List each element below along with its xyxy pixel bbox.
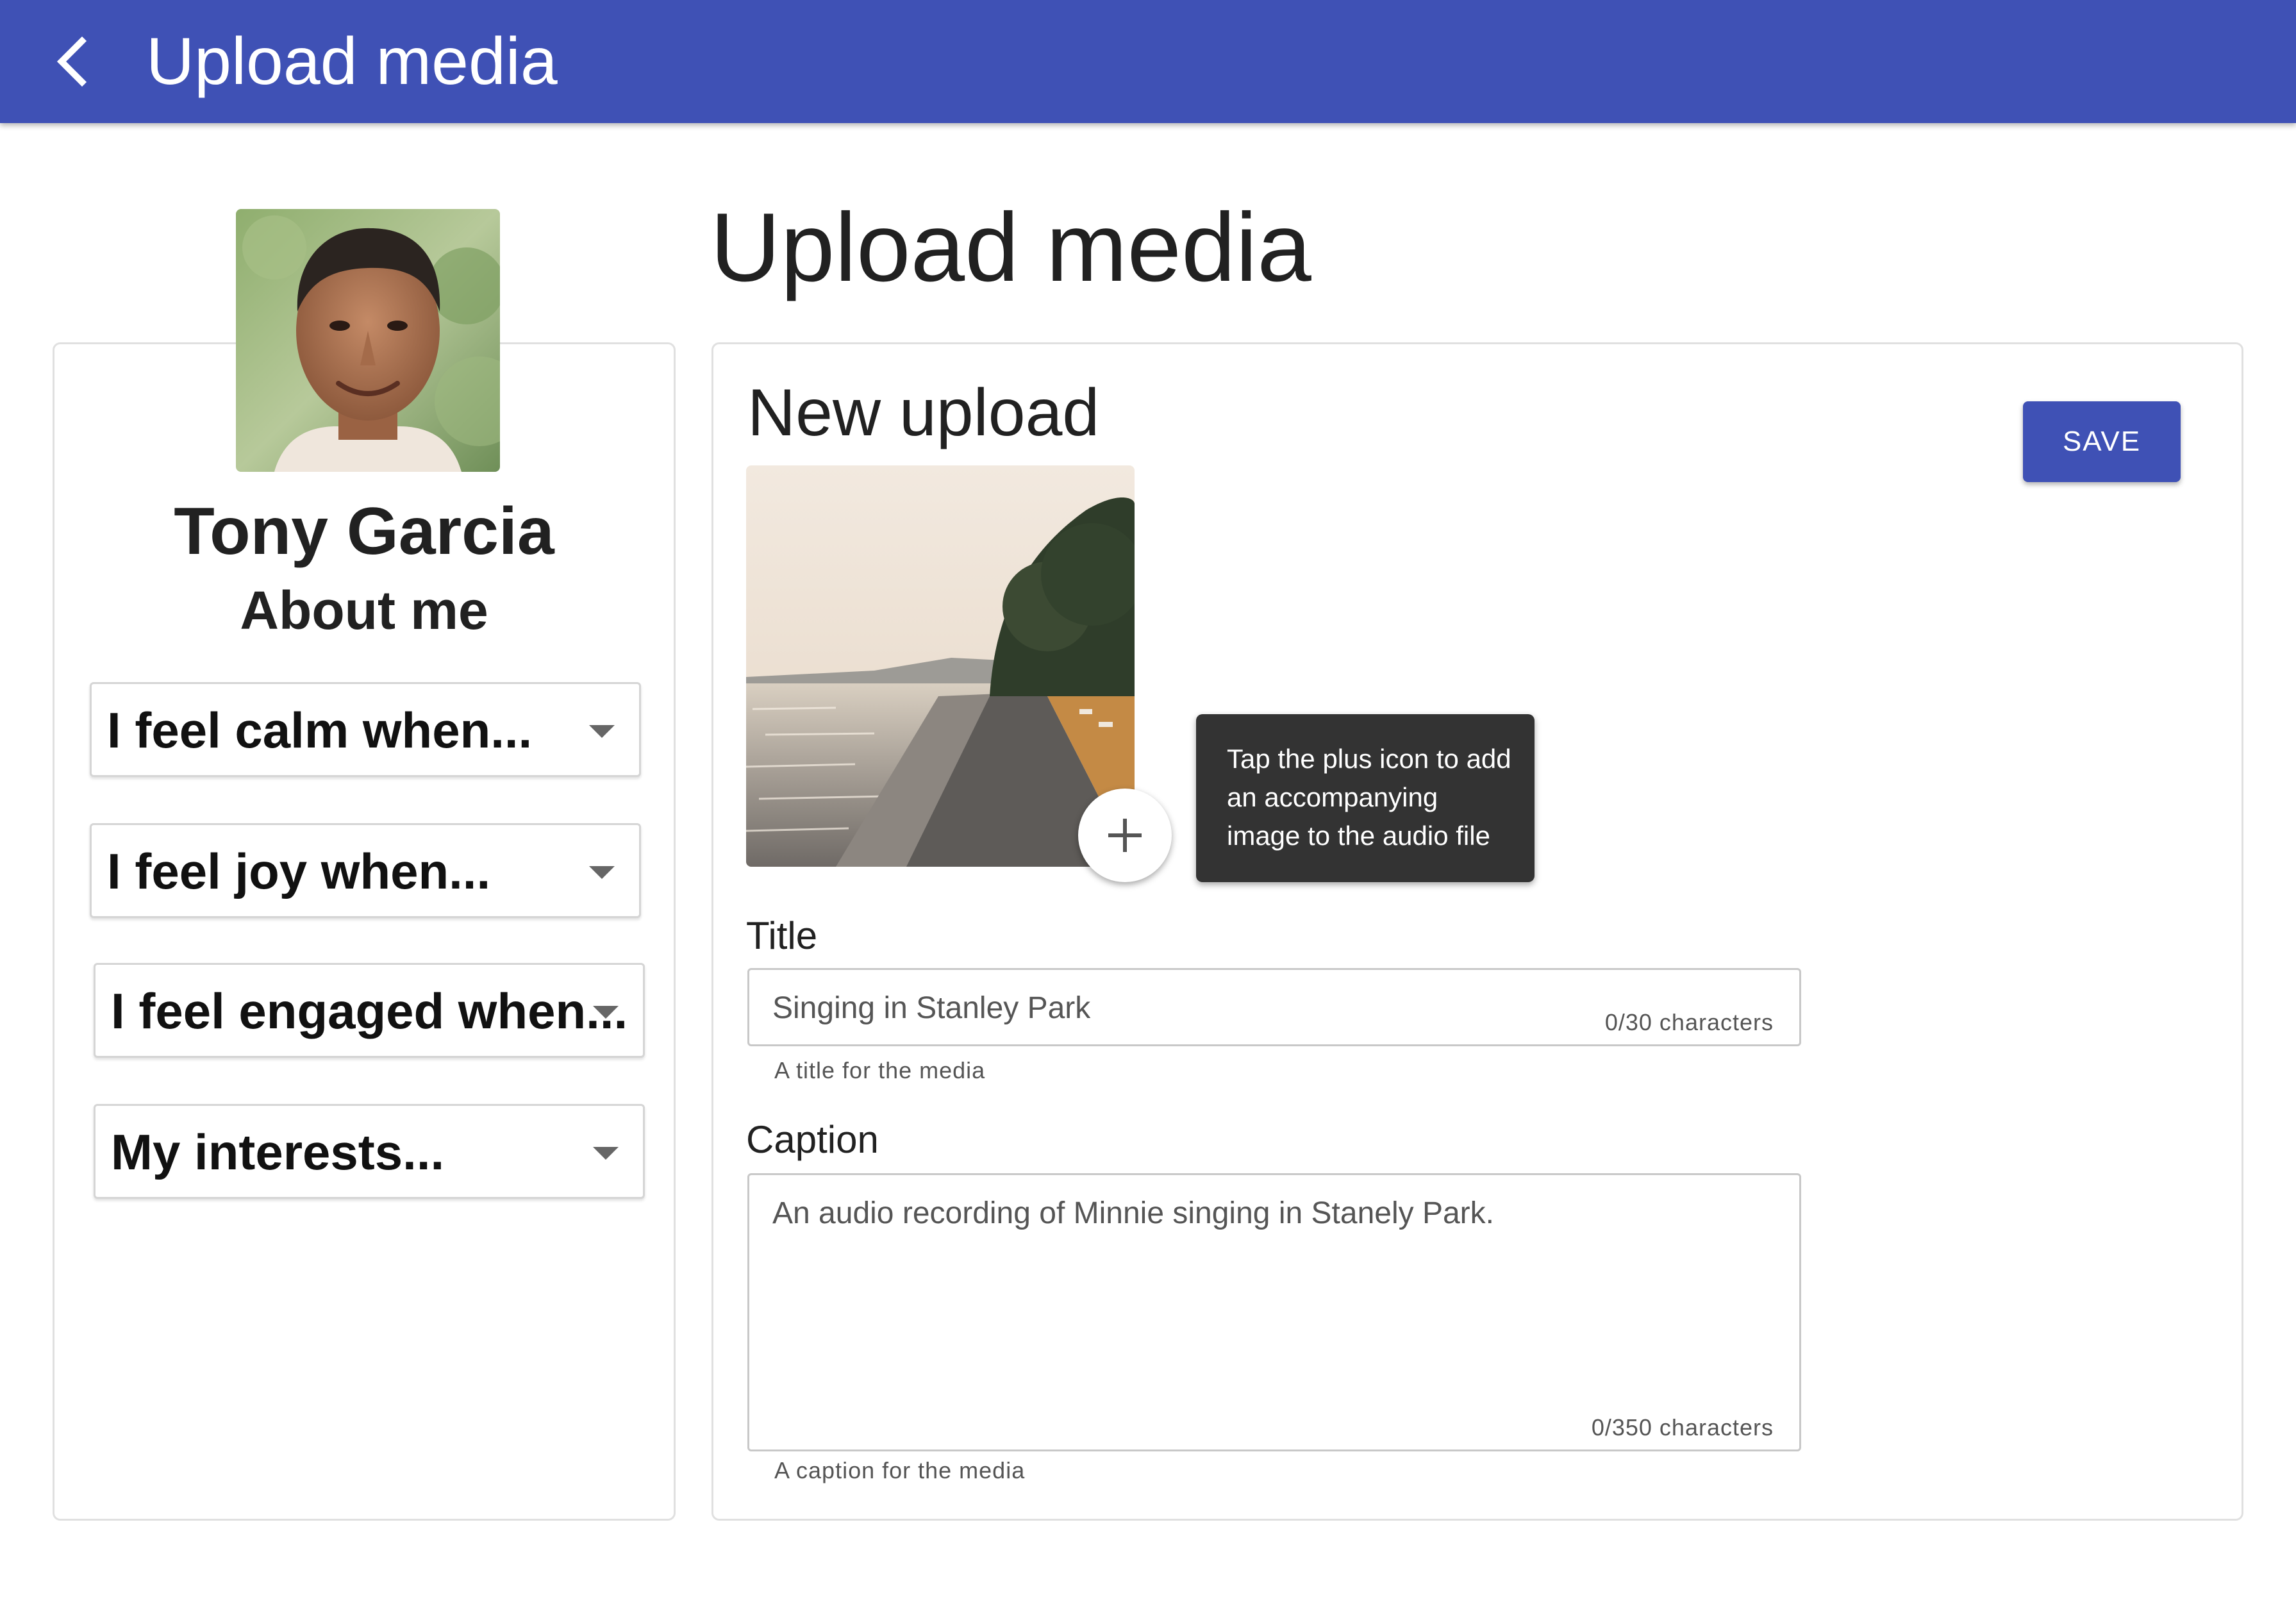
media-preview-image	[746, 465, 1135, 867]
back-button[interactable]	[46, 35, 100, 88]
title-counter: 0/30 characters	[1604, 1009, 1774, 1035]
caption-value: An audio recording of Minnie singing in …	[772, 1196, 1494, 1230]
tooltip: Tap the plus icon to add an accompanying…	[1196, 714, 1535, 882]
profile-name: Tony Garcia	[174, 494, 554, 569]
title-field[interactable]: Singing in Stanley Park 0/30 characters	[747, 968, 1801, 1046]
dropdown-engaged[interactable]: I feel engaged when...	[94, 963, 645, 1058]
caret-down-icon	[589, 725, 615, 738]
caret-down-icon	[589, 866, 615, 879]
title-helper: A title for the media	[774, 1057, 986, 1083]
page-title: Upload media	[710, 193, 1311, 302]
app-bar-title: Upload media	[146, 24, 558, 99]
dropdown-label: I feel joy when...	[107, 843, 491, 899]
title-label: Title	[746, 914, 818, 957]
dropdown-calm[interactable]: I feel calm when...	[90, 682, 641, 777]
caret-down-icon	[593, 1006, 619, 1019]
save-button[interactable]: SAVE	[2023, 401, 2181, 482]
dropdown-joy[interactable]: I feel joy when...	[90, 823, 641, 918]
card-title: New upload	[747, 376, 1100, 450]
caption-field[interactable]: An audio recording of Minnie singing in …	[747, 1173, 1801, 1451]
dropdown-interests[interactable]: My interests...	[94, 1104, 645, 1199]
add-image-button[interactable]	[1078, 789, 1172, 882]
caret-down-icon	[593, 1147, 619, 1160]
title-value: Singing in Stanley Park	[772, 991, 1091, 1025]
dropdown-label: I feel engaged when...	[111, 983, 628, 1039]
app-bar: Upload media	[0, 0, 2296, 123]
caption-counter: 0/350 characters	[1591, 1414, 1774, 1441]
about-me-heading: About me	[240, 580, 488, 640]
plus-icon	[1108, 819, 1142, 852]
avatar	[236, 209, 500, 472]
caption-helper: A caption for the media	[774, 1457, 1026, 1483]
dropdown-label: I feel calm when...	[107, 702, 533, 758]
dropdown-label: My interests...	[111, 1124, 445, 1180]
chevron-left-icon	[56, 36, 87, 87]
caption-label: Caption	[746, 1118, 879, 1161]
